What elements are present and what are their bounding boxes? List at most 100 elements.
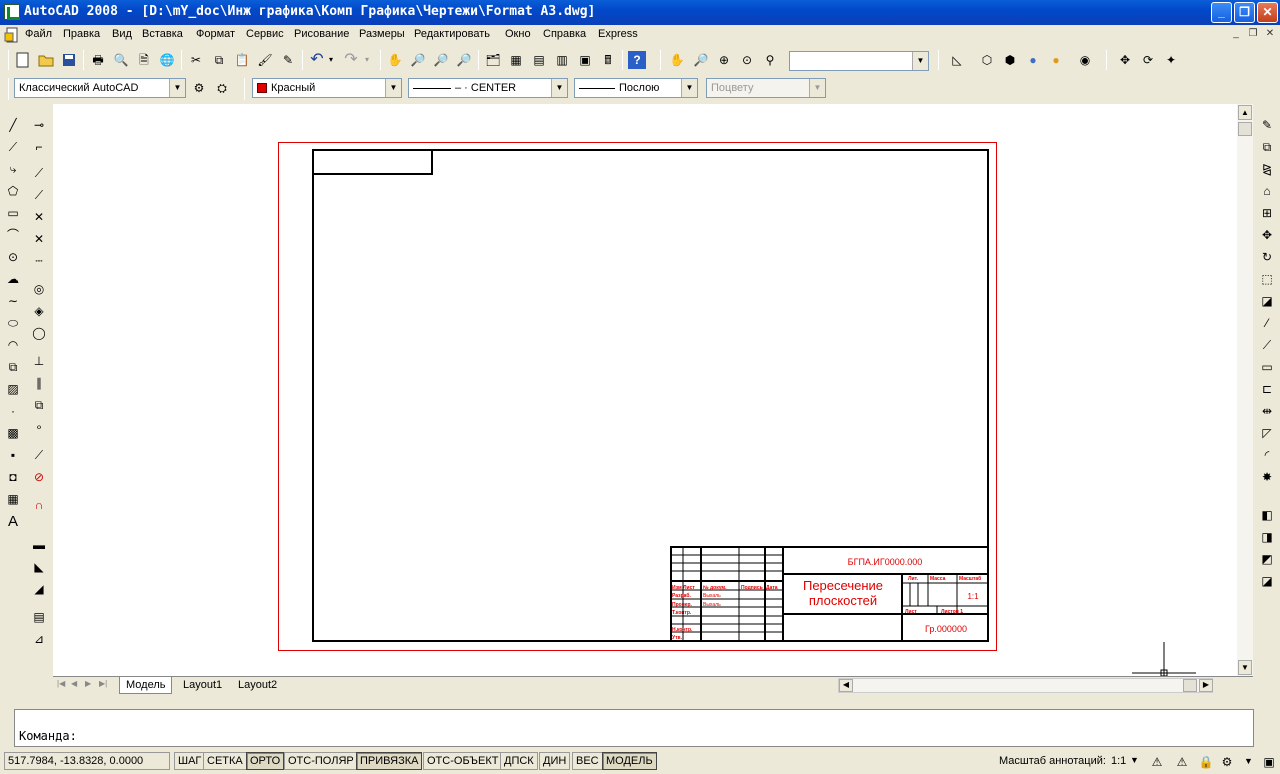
- doc-minimize-button[interactable]: _: [1229, 28, 1243, 41]
- status-menu-icon[interactable]: ▼: [1244, 756, 1253, 766]
- annotation-scale-value[interactable]: 1:1: [1111, 755, 1126, 767]
- break-at-point-icon[interactable]: ▭: [1258, 358, 1276, 376]
- scroll-up-button[interactable]: ▲: [1238, 105, 1252, 120]
- ducs-toggle[interactable]: ДПСК: [500, 752, 538, 770]
- rectangle-icon[interactable]: ▭: [4, 204, 22, 222]
- lock-icon[interactable]: 🔒: [1197, 753, 1215, 771]
- model-toggle[interactable]: МОДЕЛЬ: [602, 752, 657, 770]
- offset-icon[interactable]: ⌂: [1258, 182, 1276, 200]
- color-select[interactable]: Красный ▼: [252, 78, 402, 98]
- print-preview-icon[interactable]: 🔍: [112, 51, 130, 69]
- break-icon[interactable]: ⊏: [1258, 380, 1276, 398]
- visual-style-2d-icon[interactable]: ◺: [948, 51, 966, 69]
- command-line[interactable]: Команда:: [14, 709, 1254, 747]
- save-icon[interactable]: [60, 51, 78, 69]
- title-bar[interactable]: AutoCAD 2008 - [D:\mY_doc\Инж графика\Ко…: [0, 0, 1280, 25]
- orbit-icon[interactable]: ⊕: [715, 51, 733, 69]
- region-icon[interactable]: ◘: [4, 468, 22, 486]
- menu-express[interactable]: Express: [598, 28, 638, 40]
- menu-draw[interactable]: Рисование: [294, 28, 349, 40]
- snap-parallel-icon[interactable]: ∥: [30, 374, 48, 392]
- snap-quadrant-icon[interactable]: ◈: [30, 302, 48, 320]
- lineweight-select[interactable]: Послою ▼: [574, 78, 698, 98]
- polygon-icon[interactable]: ⬠: [4, 182, 22, 200]
- autocad-app-icon[interactable]: [4, 4, 20, 20]
- bring-above-icon[interactable]: ◩: [1258, 550, 1276, 568]
- dim-style-icon[interactable]: ▤: [30, 608, 48, 626]
- ortho-toggle[interactable]: ОРТО: [246, 752, 285, 770]
- copy-icon[interactable]: ⧉: [210, 51, 228, 69]
- open-icon[interactable]: [37, 51, 55, 69]
- visual-styles-manager-icon[interactable]: ◉: [1076, 51, 1094, 69]
- restore-button[interactable]: ❐: [1234, 2, 1255, 23]
- orbit-2-icon[interactable]: ✥: [1116, 51, 1134, 69]
- 3d-hidden-icon[interactable]: ⬢: [1001, 51, 1019, 69]
- tab-layout1[interactable]: Layout1: [177, 678, 228, 694]
- trim-icon[interactable]: ⁄: [1258, 314, 1276, 332]
- pan-realtime-icon[interactable]: ✋: [668, 51, 686, 69]
- osnap-toggle[interactable]: ПРИВЯЗКА: [356, 752, 423, 770]
- walk-icon[interactable]: ⚲: [761, 51, 779, 69]
- redo-dropdown-icon[interactable]: ▾: [362, 51, 372, 69]
- dim-linear-icon[interactable]: ▬: [30, 536, 48, 554]
- tab-next-icon[interactable]: ▶: [85, 679, 97, 692]
- menu-insert[interactable]: Вставка: [142, 28, 183, 40]
- cut-icon[interactable]: ✂: [187, 51, 205, 69]
- 3d-wireframe-icon[interactable]: ⬡: [978, 51, 996, 69]
- table-icon[interactable]: ▦: [4, 490, 22, 508]
- spline-icon[interactable]: ∼: [4, 292, 22, 310]
- arc-icon[interactable]: ⌒: [4, 226, 22, 244]
- tab-model[interactable]: Модель: [119, 677, 173, 694]
- zoom-realtime-2-icon[interactable]: 🔎: [692, 51, 710, 69]
- workspace-select[interactable]: Классический AutoCAD ▼: [14, 78, 186, 98]
- match-properties-icon[interactable]: 🖌: [256, 51, 274, 69]
- osnap-settings-icon[interactable]: ∩: [30, 496, 48, 514]
- menu-view[interactable]: Вид: [112, 28, 132, 40]
- dyn-toggle[interactable]: ДИН: [539, 752, 571, 770]
- polyline-icon[interactable]: ⤷: [4, 160, 22, 178]
- construction-line-icon[interactable]: ⟋: [4, 138, 22, 156]
- tool-palettes-icon[interactable]: ▤: [530, 51, 548, 69]
- realistic-icon[interactable]: ●: [1024, 51, 1042, 69]
- snap-center-icon[interactable]: ◎: [30, 280, 48, 298]
- snap-toggle[interactable]: ШАГ: [174, 752, 206, 770]
- dim-update-icon[interactable]: ⊿: [30, 630, 48, 648]
- doc-close-button[interactable]: ✕: [1263, 28, 1277, 41]
- circle-icon[interactable]: ⊙: [4, 248, 22, 266]
- publish-icon[interactable]: 🗎: [135, 51, 153, 69]
- 3d-dwf-icon[interactable]: 🌐: [158, 51, 176, 69]
- free-orbit-icon[interactable]: ⟳: [1139, 51, 1157, 69]
- lweight-toggle[interactable]: ВЕС: [572, 752, 603, 770]
- dim-baseline-icon[interactable]: ◢: [30, 580, 48, 598]
- hscroll-thumb[interactable]: [1183, 679, 1197, 692]
- camera-icon[interactable]: ⊙: [738, 51, 756, 69]
- continuous-orbit-icon[interactable]: ✦: [1162, 51, 1180, 69]
- vertical-scrollbar[interactable]: ▲ ▼: [1237, 104, 1253, 676]
- explode-icon[interactable]: ✸: [1258, 468, 1276, 486]
- fillet-icon[interactable]: ◜: [1258, 446, 1276, 464]
- tab-first-icon[interactable]: |◀: [57, 679, 69, 692]
- snap-intersection-icon[interactable]: ✕: [30, 208, 48, 226]
- pan-icon[interactable]: ✋: [386, 51, 404, 69]
- snap-extension-icon[interactable]: ┄: [30, 252, 48, 270]
- multiline-text-icon[interactable]: A: [4, 512, 22, 530]
- dim-aligned-icon[interactable]: ◣: [30, 558, 48, 576]
- coordinates-display[interactable]: 517.7984, -13.8328, 0.0000: [4, 752, 170, 770]
- ellipse-icon[interactable]: ⬭: [4, 314, 22, 332]
- rotate-icon[interactable]: ↻: [1258, 248, 1276, 266]
- send-under-icon[interactable]: ◪: [1258, 572, 1276, 590]
- annotation-scale-dropdown-icon[interactable]: ▼: [1130, 755, 1139, 765]
- status-tray-icon[interactable]: ⚙: [1218, 753, 1236, 771]
- otrack-toggle[interactable]: ОТС-ОБЪЕКТ: [423, 752, 503, 770]
- snap-perpendicular-icon[interactable]: ⊥: [30, 352, 48, 370]
- close-button[interactable]: ✕: [1257, 2, 1278, 23]
- gradient-icon[interactable]: ▪: [4, 446, 22, 464]
- snap-from-icon[interactable]: ⌐: [30, 138, 48, 156]
- undo-dropdown-icon[interactable]: ▾: [326, 51, 336, 69]
- workspace-settings-icon[interactable]: ⚙: [190, 79, 208, 97]
- scroll-left-button[interactable]: ◀: [839, 679, 853, 692]
- array-icon[interactable]: ⊞: [1258, 204, 1276, 222]
- move-icon[interactable]: ✥: [1258, 226, 1276, 244]
- conceptual-icon[interactable]: ●: [1047, 51, 1065, 69]
- copy-object-icon[interactable]: ⧉: [1258, 138, 1276, 156]
